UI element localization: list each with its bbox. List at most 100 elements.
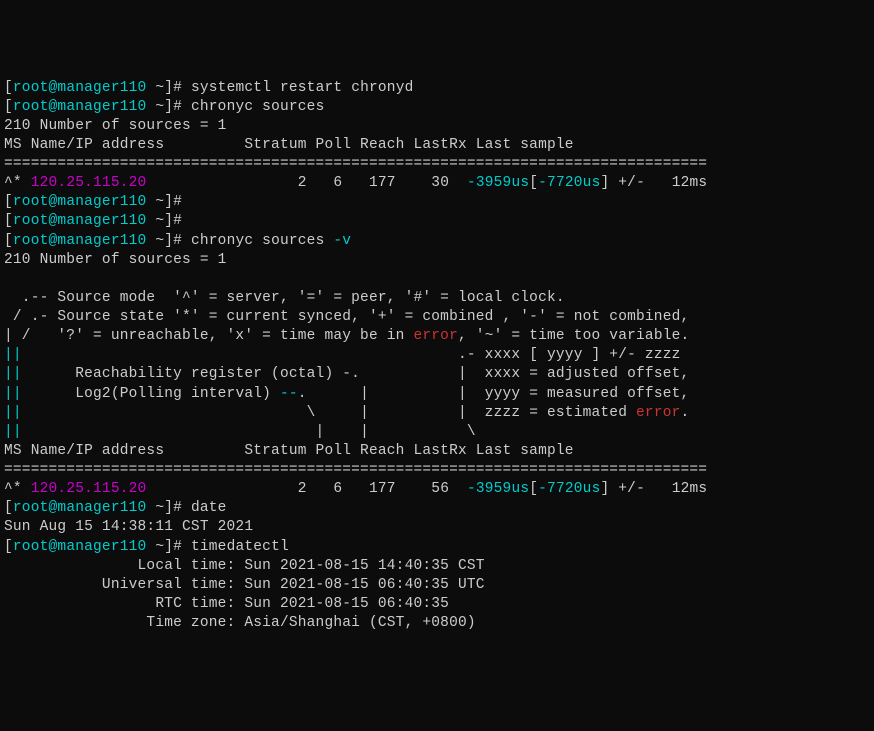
prompt-user: root — [13, 194, 49, 210]
pad — [449, 481, 467, 497]
legend-line: || \ | | zzzz = estimated error. — [4, 405, 689, 421]
reach: 177 — [342, 481, 395, 497]
legend-text: \ | | zzzz = estimated — [22, 405, 636, 421]
prompt-line[interactable]: [root@manager110 ~]# chronyc sources — [4, 99, 325, 115]
legend-pipe: || — [4, 347, 22, 363]
prompt-host: manager110 — [57, 213, 146, 229]
legend-text: | / '?' = unreachable, 'x' = time may be… — [4, 328, 413, 344]
prompt-path: ~ — [146, 194, 164, 210]
prompt-user: root — [13, 233, 49, 249]
sources-header: MS Name/IP address Stratum Poll Reach La… — [4, 137, 574, 153]
prompt-hash: # — [173, 99, 182, 115]
prompt-user: root — [13, 80, 49, 96]
divider: ========================================… — [4, 462, 707, 478]
prompt-user: root — [13, 213, 49, 229]
legend-text: Reachability register (octal) -. | xxxx … — [22, 366, 690, 382]
legend-line: || | | \ — [4, 424, 476, 440]
sources-header: MS Name/IP address Stratum Poll Reach La… — [4, 443, 574, 459]
prompt-host: manager110 — [57, 80, 146, 96]
prompt-host: manager110 — [57, 194, 146, 210]
cmd-date: date — [191, 500, 227, 516]
prompt-hash: # — [173, 539, 182, 555]
legend-text: . — [681, 405, 690, 421]
prompt-hash: # — [173, 213, 182, 229]
pad — [146, 175, 297, 191]
prompt-user: root — [13, 539, 49, 555]
timedatectl-universal: Universal time: Sun 2021-08-15 06:40:35 … — [4, 577, 485, 593]
legend-pipe: || — [4, 386, 22, 402]
cmd-chronyc-sources-v: chronyc sources — [191, 233, 333, 249]
prompt-hash: # — [173, 194, 182, 210]
lastrx: 30 — [396, 175, 449, 191]
date-output: Sun Aug 15 14:38:11 CST 2021 — [4, 519, 253, 535]
pad — [146, 481, 297, 497]
bracket: [ — [529, 175, 538, 191]
source-row: ^* 120.25.115.20 2 6 177 30 -3959us[-772… — [4, 175, 707, 191]
prompt-line[interactable]: [root@manager110 ~]# — [4, 194, 182, 210]
offset-measured: -7720us — [538, 175, 600, 191]
poll: 6 — [307, 175, 343, 191]
error-word: error — [636, 405, 681, 421]
prompt-path: ~ — [146, 233, 164, 249]
source-prefix: ^* — [4, 175, 31, 191]
prompt-path: ~ — [146, 80, 164, 96]
prompt-user: root — [13, 500, 49, 516]
prompt-path: ~ — [146, 539, 164, 555]
timedatectl-zone: Time zone: Asia/Shanghai (CST, +0800) — [4, 615, 476, 631]
offset-measured: -7720us — [538, 481, 600, 497]
stratum: 2 — [298, 175, 307, 191]
source-ip: 120.25.115.20 — [31, 481, 147, 497]
prompt-user: root — [13, 99, 49, 115]
cmd-restart-chronyd: systemctl restart chronyd — [191, 80, 414, 96]
cmd-chronyc-sources: chronyc sources — [191, 99, 325, 115]
legend-pipe: || — [4, 424, 22, 440]
prompt-line[interactable]: [root@manager110 ~]# — [4, 213, 182, 229]
prompt-line[interactable]: [root@manager110 ~]# systemctl restart c… — [4, 80, 414, 96]
bracket: [ — [529, 481, 538, 497]
sources-count: 210 Number of sources = 1 — [4, 118, 227, 134]
source-ip: 120.25.115.20 — [31, 175, 147, 191]
poll: 6 — [307, 481, 343, 497]
divider: ========================================… — [4, 156, 707, 172]
prompt-line[interactable]: [root@manager110 ~]# timedatectl — [4, 539, 289, 555]
legend-text: | | \ — [22, 424, 476, 440]
plus-minus: +/- — [609, 481, 671, 497]
legend-line: .-- Source mode '^' = server, '=' = peer… — [4, 290, 565, 306]
legend-line: | / '?' = unreachable, 'x' = time may be… — [4, 328, 689, 344]
pad — [449, 175, 467, 191]
stratum: 2 — [298, 481, 307, 497]
legend-line: / .- Source state '*' = current synced, … — [4, 309, 689, 325]
source-prefix: ^* — [4, 481, 31, 497]
legend-text: .- xxxx [ yyyy ] +/- zzzz — [22, 347, 681, 363]
plus-minus: +/- — [609, 175, 671, 191]
prompt-host: manager110 — [57, 539, 146, 555]
prompt-path: ~ — [146, 99, 164, 115]
cmd-timedatectl: timedatectl — [191, 539, 289, 555]
prompt-hash: # — [173, 233, 182, 249]
legend-dash: -- — [280, 386, 298, 402]
legend-pipe: || — [4, 405, 22, 421]
prompt-host: manager110 — [57, 99, 146, 115]
timedatectl-rtc: RTC time: Sun 2021-08-15 06:40:35 — [4, 596, 449, 612]
cmd-option-v: -v — [333, 233, 351, 249]
prompt-path: ~ — [146, 213, 164, 229]
lastrx: 56 — [396, 481, 449, 497]
reach: 177 — [342, 175, 395, 191]
prompt-host: manager110 — [57, 500, 146, 516]
prompt-host: manager110 — [57, 233, 146, 249]
prompt-line[interactable]: [root@manager110 ~]# chronyc sources -v — [4, 233, 351, 249]
legend-line: || .- xxxx [ yyyy ] +/- zzzz — [4, 347, 681, 363]
error-margin: 12ms — [672, 175, 708, 191]
offset-adjusted: -3959us — [467, 175, 529, 191]
legend-line: || Log2(Polling interval) --. | | yyyy =… — [4, 386, 689, 402]
source-row: ^* 120.25.115.20 2 6 177 56 -3959us[-772… — [4, 481, 707, 497]
error-word: error — [413, 328, 458, 344]
prompt-hash: # — [173, 80, 182, 96]
legend-line: || Reachability register (octal) -. | xx… — [4, 366, 689, 382]
error-margin: 12ms — [672, 481, 708, 497]
sources-count: 210 Number of sources = 1 — [4, 252, 227, 268]
legend-text: Log2(Polling interval) — [22, 386, 280, 402]
prompt-line[interactable]: [root@manager110 ~]# date — [4, 500, 227, 516]
prompt-path: ~ — [146, 500, 164, 516]
prompt-hash: # — [173, 500, 182, 516]
